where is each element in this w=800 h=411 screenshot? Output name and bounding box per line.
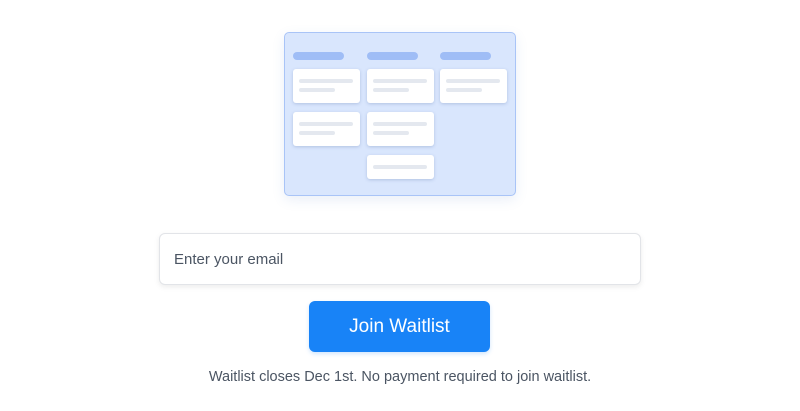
card-line-placeholder	[299, 131, 335, 135]
board-card	[293, 69, 360, 103]
board-card	[367, 112, 434, 146]
board-card	[293, 112, 360, 146]
card-line-placeholder	[299, 79, 353, 83]
card-line-placeholder	[373, 88, 409, 92]
card-line-placeholder	[446, 88, 482, 92]
email-input[interactable]	[160, 234, 640, 284]
card-line-placeholder	[299, 122, 353, 126]
board-card	[367, 155, 434, 179]
card-line-placeholder	[373, 165, 427, 169]
card-line-placeholder	[446, 79, 500, 83]
board-card	[367, 69, 434, 103]
card-line-placeholder	[373, 131, 409, 135]
email-field-container	[159, 233, 641, 285]
column-header-placeholder	[367, 52, 418, 60]
card-line-placeholder	[373, 79, 427, 83]
board-card	[440, 69, 507, 103]
waitlist-note: Waitlist closes Dec 1st. No payment requ…	[208, 369, 592, 385]
column-header-placeholder	[440, 52, 491, 60]
kanban-board-illustration	[284, 32, 516, 196]
card-line-placeholder	[373, 122, 427, 126]
join-waitlist-button[interactable]: Join Waitlist	[309, 301, 490, 352]
column-header-placeholder	[293, 52, 344, 60]
card-line-placeholder	[299, 88, 335, 92]
